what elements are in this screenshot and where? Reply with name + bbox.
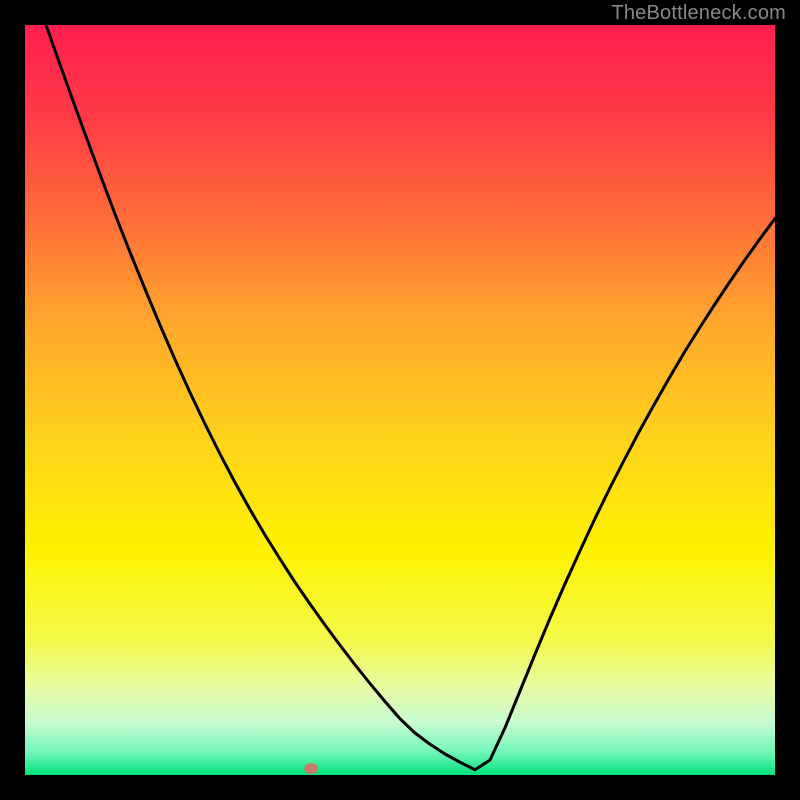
bottleneck-plot [25,25,775,775]
plot-background [25,25,775,775]
watermark-text: TheBottleneck.com [611,2,786,25]
chart-frame: TheBottleneck.com [0,0,800,800]
optimum-marker [304,763,318,774]
